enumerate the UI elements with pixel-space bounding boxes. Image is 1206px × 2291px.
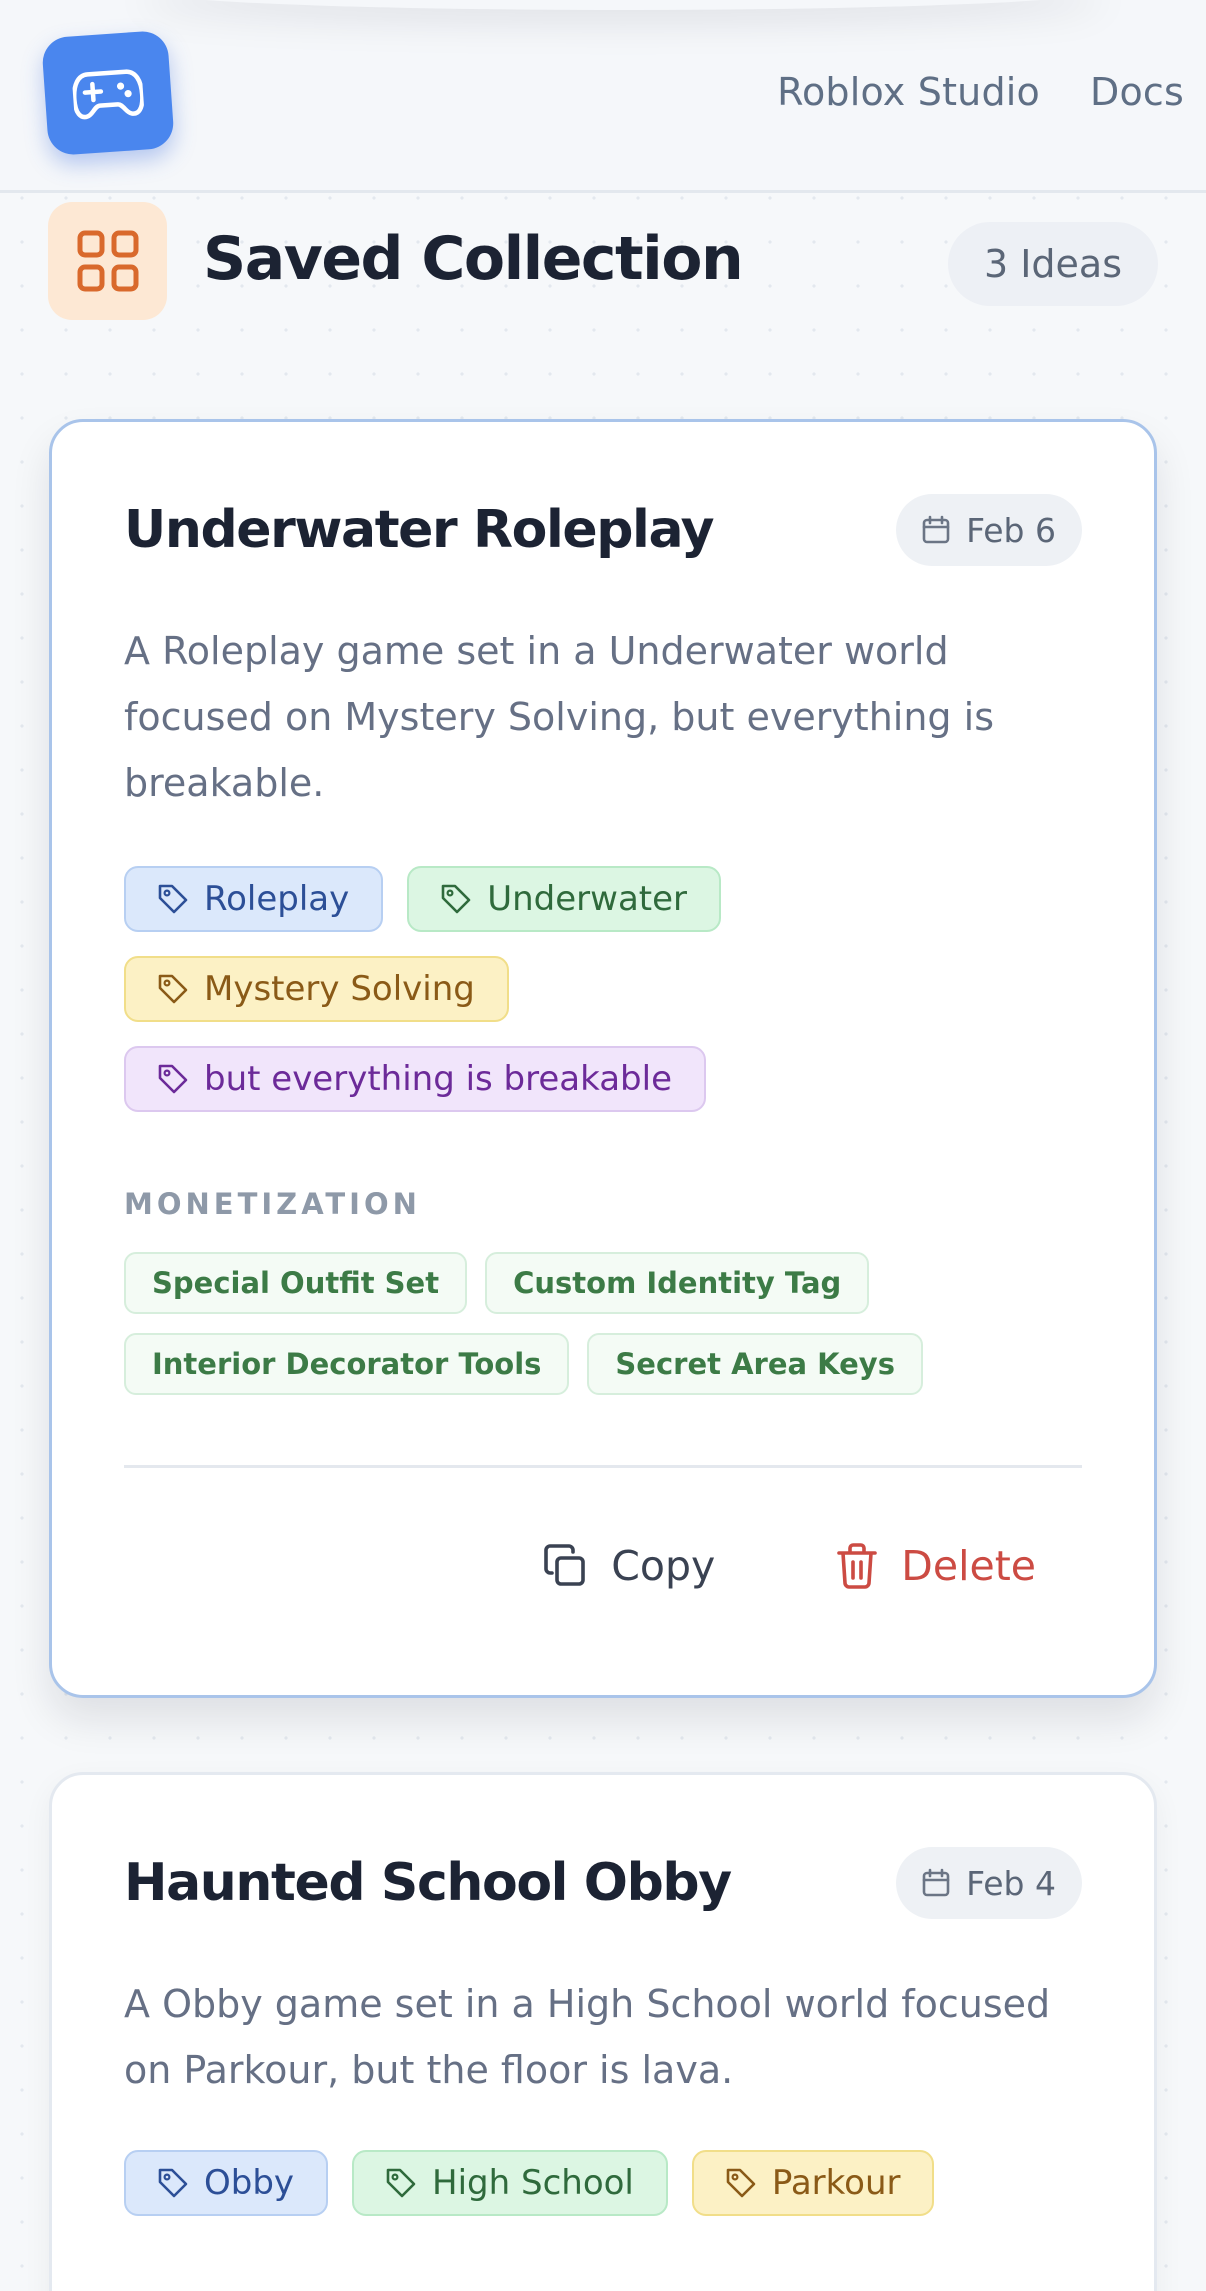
- idea-description: A Obby game set in a High School world f…: [124, 1982, 1051, 2092]
- monetization-label: MONETIZATION: [124, 1187, 421, 1221]
- gamepad-icon: [71, 69, 145, 120]
- copy-icon: [544, 1544, 586, 1586]
- monetization-chip: Custom Identity Tag: [485, 1252, 870, 1314]
- idea-title: Haunted School Obby: [124, 1853, 732, 1913]
- tag-icon: [386, 2168, 416, 2198]
- card-actions: Copy Delete: [541, 1542, 1036, 1590]
- tag-icon: [158, 974, 188, 1004]
- collection-header: Saved Collection 3 Ideas: [48, 202, 1158, 320]
- tag-label: Mystery Solving: [204, 969, 475, 1009]
- tag-label: Parkour: [771, 2163, 901, 2203]
- idea-card[interactable]: Haunted School Obby Feb 4 A Obby game se…: [49, 1772, 1157, 2291]
- tag-label: Obby: [204, 2163, 295, 2203]
- tag-chip: but everything is breakable: [124, 1046, 706, 1112]
- date-text: Feb 6: [966, 510, 1056, 550]
- app-logo[interactable]: [41, 29, 175, 157]
- delete-label: Delete: [901, 1542, 1036, 1590]
- tag-icon: [158, 2168, 188, 2198]
- calendar-icon: [922, 515, 950, 544]
- monetization-list: Special Outfit Set Custom Identity Tag I…: [124, 1252, 1084, 1414]
- nav-link-roblox-studio[interactable]: Roblox Studio: [777, 70, 1040, 114]
- page-title: Saved Collection: [203, 224, 744, 294]
- tag-chip: Obby: [124, 2150, 329, 2216]
- tag-icon: [441, 884, 471, 914]
- copy-button[interactable]: Copy: [541, 1542, 715, 1590]
- tag-chip: High School: [352, 2150, 668, 2216]
- monetization-chip: Interior Decorator Tools: [124, 1333, 570, 1395]
- tag-chip: Mystery Solving: [124, 956, 509, 1022]
- tag-chip: Roleplay: [124, 866, 384, 932]
- grid-icon: [48, 202, 167, 320]
- date-text: Feb 4: [966, 1863, 1056, 1903]
- idea-card[interactable]: Underwater Roleplay Feb 6 A Roleplay gam…: [49, 419, 1157, 1698]
- calendar-icon: [922, 1868, 950, 1897]
- tag-icon: [158, 1064, 188, 1094]
- tag-label: High School: [432, 2163, 634, 2203]
- card-divider: [124, 1465, 1082, 1468]
- idea-title: Underwater Roleplay: [124, 500, 714, 560]
- date-badge: Feb 4: [896, 1847, 1082, 1919]
- tag-label: Underwater: [487, 879, 688, 919]
- tag-chip: Parkour: [691, 2150, 935, 2216]
- tag-chip: Underwater: [407, 866, 722, 932]
- tag-label: Roleplay: [204, 879, 350, 919]
- tag-list: Obby High School Parkour: [124, 2150, 1084, 2240]
- top-bar: Roblox Studio Docs: [0, 0, 1206, 193]
- monetization-chip: Special Outfit Set: [124, 1252, 468, 1314]
- top-nav: Roblox Studio Docs: [777, 70, 1184, 114]
- tag-list: Roleplay Underwater Mystery Solving but …: [124, 866, 1084, 1136]
- copy-label: Copy: [611, 1542, 716, 1590]
- tag-label: but everything is breakable: [204, 1059, 672, 1099]
- tag-icon: [726, 2168, 756, 2198]
- delete-button[interactable]: Delete: [835, 1542, 1036, 1590]
- date-badge: Feb 6: [896, 494, 1082, 566]
- ideas-count-badge: 3 Ideas: [947, 222, 1158, 306]
- monetization-chip: Secret Area Keys: [587, 1333, 923, 1395]
- nav-link-docs[interactable]: Docs: [1090, 70, 1184, 114]
- trash-icon: [837, 1543, 878, 1589]
- idea-description: A Roleplay game set in a Underwater worl…: [124, 629, 994, 805]
- tag-icon: [158, 884, 188, 914]
